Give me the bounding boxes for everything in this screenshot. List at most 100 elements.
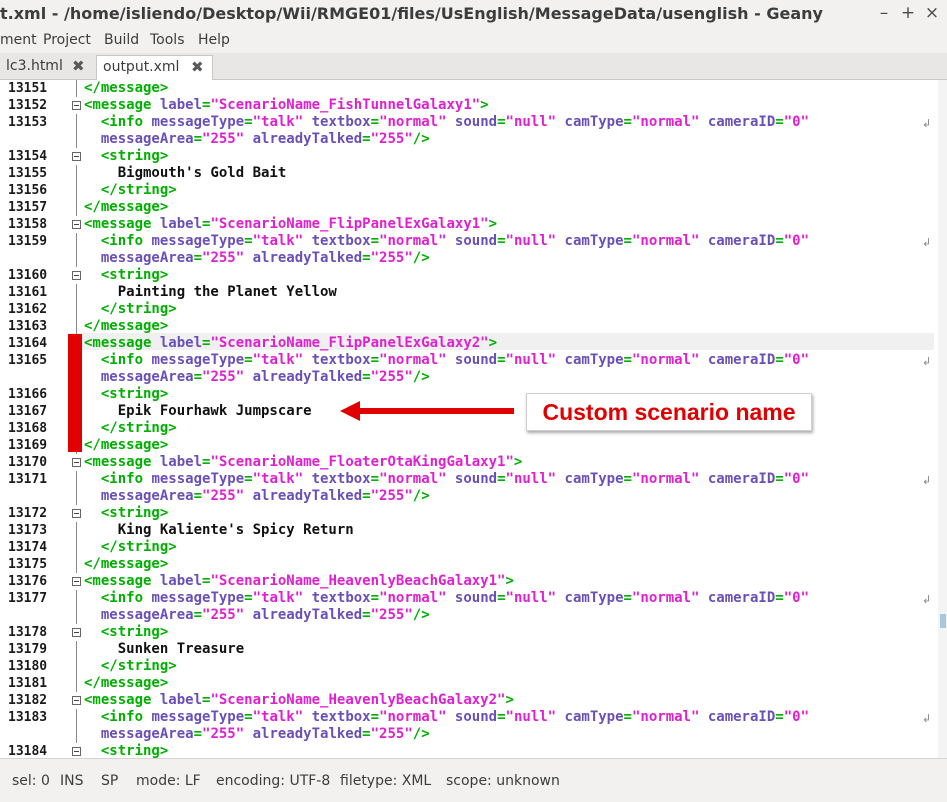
line-number: 13152 [8,98,48,113]
code-line[interactable]: Epik Fourhawk Jumpscare [84,403,312,420]
code-line[interactable]: <string> [84,148,168,165]
tab-close-icon[interactable]: ✖ [191,56,204,78]
code-line[interactable]: <info messageType="talk" textbox="normal… [84,352,809,369]
fold-toggle-icon[interactable] [72,152,81,161]
fold-guide [76,250,77,267]
line-number: 13164 [8,336,48,351]
line-number: 13171 [8,472,48,487]
line-number: 13154 [8,149,48,164]
minimize-icon[interactable]: – [874,3,894,23]
fold-toggle-icon[interactable] [72,101,81,110]
code-line[interactable]: </string> [84,420,177,437]
fold-toggle-icon[interactable] [72,271,81,280]
code-line[interactable]: </message> [84,80,168,97]
fold-guide [76,607,77,624]
fold-guide [76,488,77,505]
annotation-callout: Custom scenario name [526,393,812,431]
fold-guide [76,641,77,658]
tab-lc3-html[interactable]: lc3.html ✖ [0,55,92,79]
code-line[interactable]: <string> [84,624,168,641]
code-line[interactable]: <info messageType="talk" textbox="normal… [84,590,809,607]
code-line[interactable]: King Kaliente's Spicy Return [84,522,354,539]
arrow-shaft [358,408,514,414]
code-line[interactable]: <message label="ScenarioName_FloaterOtaK… [84,454,522,471]
fold-guide [76,131,77,148]
line-number: 13156 [8,183,48,198]
line-number: 13153 [8,115,48,130]
code-line[interactable]: <message label="ScenarioName_FlipPanelEx… [84,335,497,352]
tab-label: lc3.html [6,58,63,74]
code-line[interactable]: </string> [84,539,177,556]
fold-guide [76,114,77,131]
code-line[interactable]: Sunken Treasure [84,641,244,658]
code-line[interactable]: <info messageType="talk" textbox="normal… [84,709,809,726]
code-line[interactable]: <info messageType="talk" textbox="normal… [84,471,809,488]
status-ins: INS [60,773,84,789]
code-line[interactable]: <message label="ScenarioName_HeavenlyBea… [84,573,514,590]
code-line[interactable]: </string> [84,182,177,199]
fold-toggle-icon[interactable] [72,577,81,586]
code-line[interactable]: </message> [84,556,168,573]
line-number: 13176 [8,574,48,589]
fold-toggle-icon[interactable] [72,747,81,756]
fold-guide [76,539,77,556]
status-mode: mode: LF [136,773,201,789]
code-line[interactable]: </message> [84,199,168,216]
code-line[interactable]: messageArea="255" alreadyTalked="255"/> [84,250,430,267]
code-line[interactable]: </message> [84,675,168,692]
menu-help[interactable]: Help [198,32,230,48]
status-bar: sel: 0 INS SP mode: LF encoding: UTF-8 f… [0,758,947,802]
code-line[interactable]: Bigmouth's Gold Bait [84,165,287,182]
title-bar: t.xml - /home/isliendo/Desktop/Wii/RMGE0… [0,0,947,28]
menu-tools[interactable]: Tools [150,32,185,48]
tab-output-xml[interactable]: output.xml ✖ [96,55,213,80]
line-number: 13162 [8,302,48,317]
fold-toggle-icon[interactable] [72,509,81,518]
code-line[interactable]: messageArea="255" alreadyTalked="255"/> [84,488,430,505]
code-line[interactable]: <info messageType="talk" textbox="normal… [84,114,809,131]
code-line[interactable]: messageArea="255" alreadyTalked="255"/> [84,131,430,148]
line-wrap-icon: ↲ [922,236,932,249]
line-number: 13161 [8,285,48,300]
fold-guide [76,709,77,726]
code-line[interactable]: <info messageType="talk" textbox="normal… [84,233,809,250]
line-number: 13177 [8,591,48,606]
maximize-icon[interactable]: + [898,3,918,23]
line-number: 13178 [8,625,48,640]
code-line[interactable]: <string> [84,743,168,758]
code-line[interactable]: <message label="ScenarioName_HeavenlyBea… [84,692,514,709]
code-line[interactable]: <message label="ScenarioName_FishTunnelG… [84,97,489,114]
line-number: 13169 [8,438,48,453]
fold-toggle-icon[interactable] [72,458,81,467]
code-line[interactable]: </message> [84,437,168,454]
vertical-scrollbar[interactable] [938,80,947,758]
code-line[interactable]: <string> [84,386,168,403]
menu-document[interactable]: ment [0,32,37,48]
line-wrap-icon: ↲ [922,355,932,368]
code-line[interactable]: <message label="ScenarioName_FlipPanelEx… [84,216,497,233]
line-number: 13182 [8,693,48,708]
fold-toggle-icon[interactable] [72,220,81,229]
code-line[interactable]: <string> [84,505,168,522]
code-line[interactable]: Painting the Planet Yellow [84,284,337,301]
code-line[interactable]: messageArea="255" alreadyTalked="255"/> [84,726,430,743]
fold-guide [76,284,77,301]
fold-toggle-icon[interactable] [72,696,81,705]
fold-guide [76,675,77,692]
close-icon[interactable]: × [922,3,942,23]
code-line[interactable]: messageArea="255" alreadyTalked="255"/> [84,369,430,386]
code-line[interactable]: </message> [84,318,168,335]
code-line[interactable]: messageArea="255" alreadyTalked="255"/> [84,607,430,624]
tab-close-icon[interactable]: ✖ [72,55,85,77]
line-number: 13170 [8,455,48,470]
tab-bar: lc3.html ✖ output.xml ✖ [0,53,947,80]
menu-build[interactable]: Build [104,32,139,48]
code-line[interactable]: </string> [84,658,177,675]
scrollbar-thumb[interactable] [940,614,946,628]
menu-project[interactable]: Project [43,32,91,48]
fold-guide [76,301,77,318]
fold-toggle-icon[interactable] [72,628,81,637]
fold-guide [76,318,77,335]
code-line[interactable]: <string> [84,267,168,284]
code-line[interactable]: </string> [84,301,177,318]
